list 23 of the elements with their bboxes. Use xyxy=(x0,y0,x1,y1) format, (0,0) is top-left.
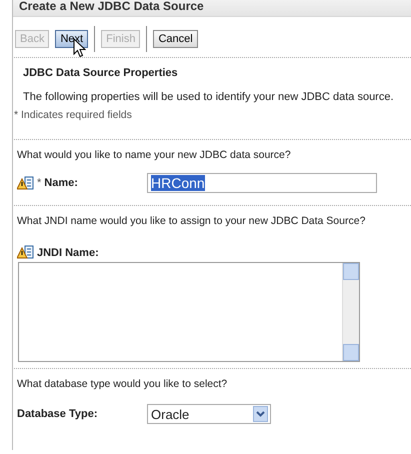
field-label: JNDI Name: xyxy=(37,246,99,258)
input-value: HRConn xyxy=(151,175,205,191)
question-text: What database type would you like to select? xyxy=(16,377,228,390)
scrollbar[interactable] xyxy=(342,263,359,361)
jndi-text-area[interactable] xyxy=(18,262,360,362)
scroll-up-button[interactable] xyxy=(343,263,359,280)
dropdown-value: Oracle xyxy=(151,406,190,422)
question-text: What would you like to name your new JDBC data source? xyxy=(16,148,292,161)
wizard-button[interactable]: Next xyxy=(55,30,88,48)
section-description: The following properties will be used to identify your new JDBC data source. xyxy=(22,90,395,103)
field-label: Name: xyxy=(44,177,78,189)
panel-title: Create a New JDBC Data Source xyxy=(19,0,204,15)
name-input-field[interactable]: HRConn xyxy=(147,173,377,193)
database-type-dropdown[interactable]: Oracle xyxy=(147,404,271,424)
wizard-button[interactable]: Cancel xyxy=(153,30,198,48)
section-heading: JDBC Data Source Properties xyxy=(22,66,179,79)
question-text: What JNDI name would you like to assign to your new JDBC Data Source? xyxy=(16,214,366,227)
required-note: * Indicates required fields xyxy=(13,108,133,121)
warning-form-icon xyxy=(17,245,34,260)
scroll-down-button[interactable] xyxy=(343,344,359,361)
required-asterisk: * xyxy=(37,177,42,189)
warning-form-icon xyxy=(17,176,34,190)
field-label: Database Type: xyxy=(17,408,98,420)
